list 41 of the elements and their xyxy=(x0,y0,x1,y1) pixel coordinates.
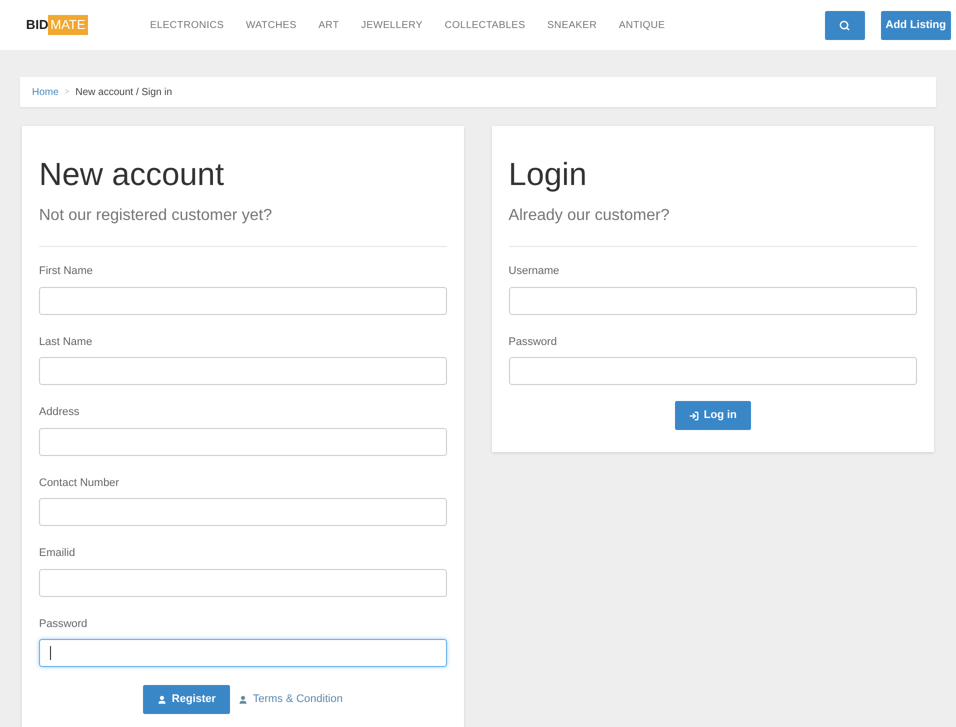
input-field[interactable] xyxy=(508,357,917,385)
register-button[interactable]: Register xyxy=(142,685,230,714)
nav-link[interactable]: SNEAKER xyxy=(547,18,597,32)
terms-link[interactable]: Terms & Condition xyxy=(238,691,343,708)
input-field[interactable] xyxy=(39,568,447,596)
breadcrumb-current: New account / Sign in xyxy=(75,86,172,100)
input-field[interactable] xyxy=(39,498,447,526)
breadcrumb-link[interactable]: Home xyxy=(32,84,59,100)
text-cursor xyxy=(50,646,51,660)
nav-link[interactable]: ART xyxy=(318,18,340,32)
user-icon xyxy=(238,694,248,704)
nav-link[interactable]: WATCHES xyxy=(246,18,297,32)
logo[interactable]: BID MATE xyxy=(0,4,116,46)
card-title: New account xyxy=(39,155,225,194)
field-label: Address xyxy=(39,405,80,420)
nav-link[interactable]: COLLECTABLES xyxy=(444,18,526,32)
field-label: Contact Number xyxy=(39,476,120,490)
field-label: First Name xyxy=(39,264,94,279)
card-subtitle: Already our customer? xyxy=(508,206,670,226)
login-button[interactable]: Log in xyxy=(674,401,751,430)
field-label: Username xyxy=(508,264,560,279)
add-listing-button[interactable]: Add Listing xyxy=(880,10,951,40)
input-field[interactable] xyxy=(39,286,447,314)
search-button[interactable] xyxy=(824,10,864,40)
input-field[interactable] xyxy=(508,286,917,314)
nav-link[interactable]: ELECTRONICS xyxy=(150,18,224,32)
card-subtitle: Not our registered customer yet? xyxy=(39,206,273,226)
login-icon xyxy=(688,410,699,420)
nav-link[interactable]: ANTIQUE xyxy=(618,18,666,32)
user-icon xyxy=(156,694,167,704)
field-label: Last Name xyxy=(39,334,94,350)
input-field[interactable] xyxy=(39,639,447,667)
input-field[interactable] xyxy=(39,428,447,456)
nav-link[interactable]: JEWELLERY xyxy=(361,18,423,32)
search-icon xyxy=(839,20,850,30)
field-label: Password xyxy=(39,616,88,632)
card-title: Login xyxy=(508,155,588,194)
field-label: Emailid xyxy=(39,546,76,561)
field-label: Password xyxy=(508,334,558,350)
input-field[interactable] xyxy=(39,357,447,385)
breadcrumb-separator: > xyxy=(64,86,70,98)
